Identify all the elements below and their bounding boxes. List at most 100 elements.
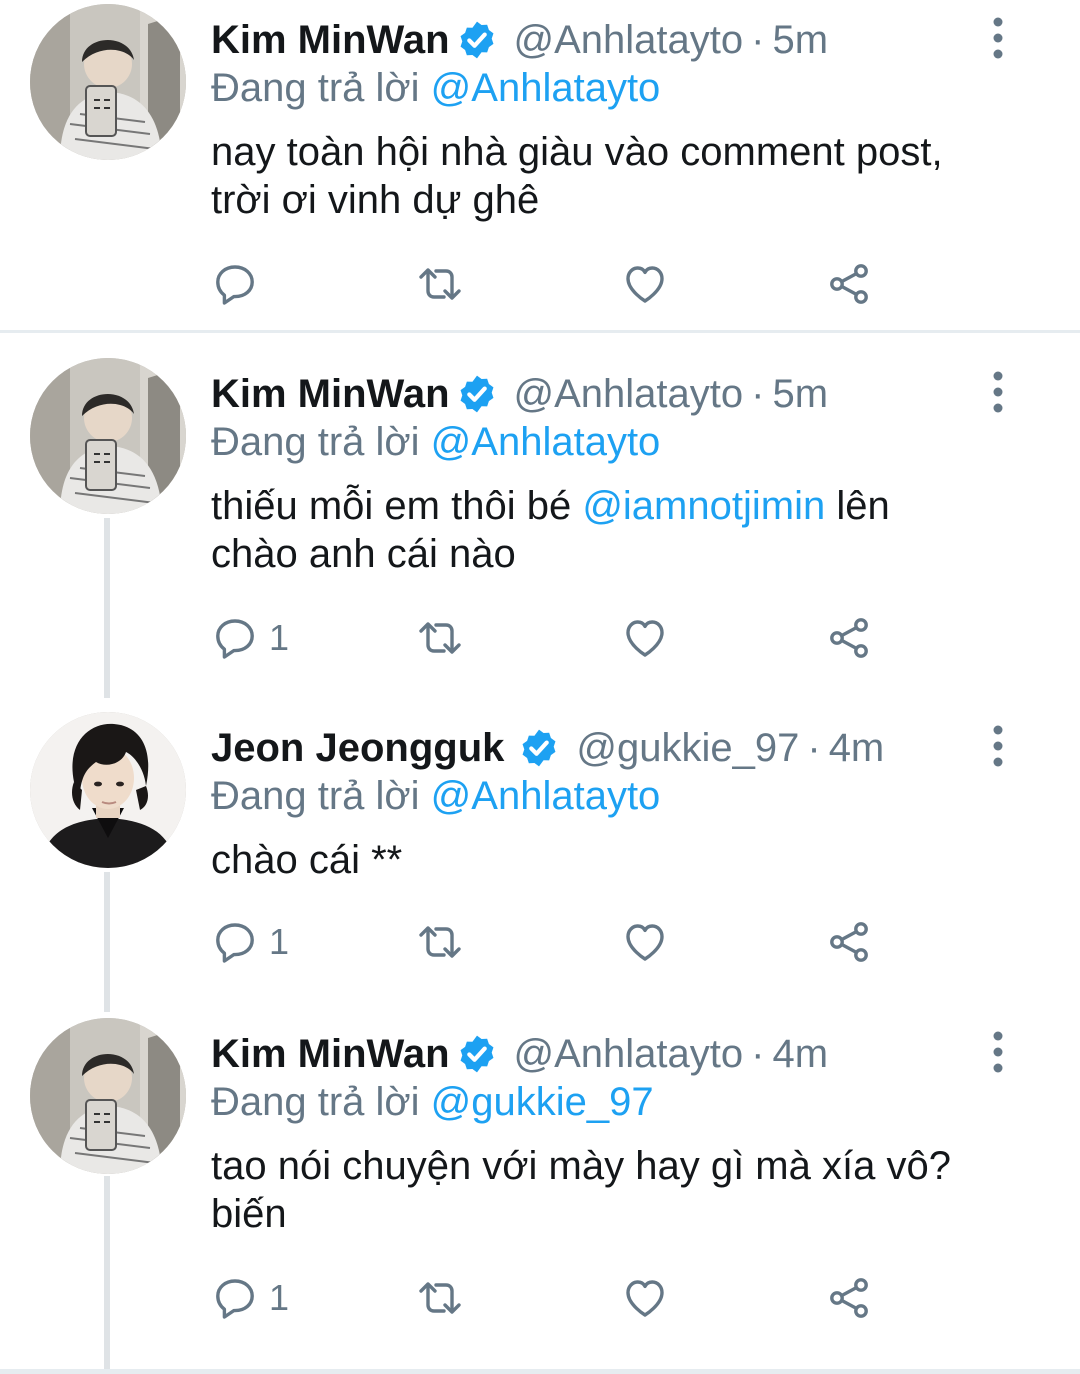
tweet-text: tao nói chuyện với mày hay gì mà xía vô?… bbox=[211, 1142, 1041, 1238]
more-vertical-icon[interactable] bbox=[985, 724, 1011, 768]
tweet-text: nay toàn hội nhà giàu vào comment post, … bbox=[211, 128, 1041, 224]
tweet-text-segment: lên bbox=[825, 484, 890, 528]
tweet-text-line: thiếu mỗi em thôi bé @iamnotjimin lên bbox=[211, 482, 1041, 530]
retweet-icon bbox=[416, 614, 464, 662]
heart-icon bbox=[621, 1274, 669, 1322]
separator-dot: · bbox=[751, 1031, 765, 1076]
share-icon bbox=[825, 1274, 873, 1322]
share-icon bbox=[825, 918, 873, 966]
replying-to-mention[interactable]: @Anhlatayto bbox=[431, 420, 661, 464]
user-handle[interactable]: @Anhlatayto bbox=[514, 1032, 744, 1077]
replying-prefix: Đang trả lời bbox=[211, 1080, 420, 1124]
avatar[interactable] bbox=[30, 1018, 186, 1174]
verified-badge-icon bbox=[518, 727, 560, 769]
divider bbox=[0, 330, 1080, 333]
replying-to-mention[interactable]: @Anhlatayto bbox=[431, 774, 661, 818]
heart-icon bbox=[621, 918, 669, 966]
tweet-text-line: biến bbox=[211, 1192, 287, 1236]
heart-icon bbox=[621, 260, 669, 308]
user-handle[interactable]: @Anhlatayto bbox=[514, 372, 744, 417]
avatar[interactable] bbox=[30, 712, 186, 868]
retweet-icon bbox=[416, 260, 464, 308]
verified-badge-icon bbox=[456, 373, 498, 415]
share-icon bbox=[825, 260, 873, 308]
replying-to: Đang trả lời @Anhlatayto bbox=[211, 420, 660, 465]
tweet[interactable]: Kim MinWan @Anhlatayto · 5m Đang trả lời… bbox=[0, 358, 1080, 688]
avatar[interactable] bbox=[30, 4, 186, 160]
reply-button[interactable] bbox=[211, 254, 269, 314]
share-button[interactable] bbox=[825, 912, 873, 972]
display-name[interactable]: Kim MinWan bbox=[211, 372, 450, 417]
tweet-header: Kim MinWan @Anhlatayto · 5m bbox=[211, 370, 828, 418]
retweet-button[interactable] bbox=[416, 608, 464, 668]
divider bbox=[0, 1369, 1080, 1374]
tweet-text-line: chào anh cái nào bbox=[211, 532, 516, 576]
replying-to: Đang trả lời @Anhlatayto bbox=[211, 774, 660, 819]
share-button[interactable] bbox=[825, 1268, 873, 1328]
heart-icon bbox=[621, 614, 669, 662]
action-bar bbox=[211, 254, 891, 314]
tweet-text-line: chào cái ** bbox=[211, 838, 403, 882]
retweet-icon bbox=[416, 918, 464, 966]
replying-to-mention[interactable]: @gukkie_97 bbox=[431, 1080, 654, 1124]
reply-count: 1 bbox=[269, 617, 290, 658]
separator-dot: · bbox=[751, 17, 765, 62]
reply-button[interactable]: 1 bbox=[211, 608, 289, 668]
retweet-button[interactable] bbox=[416, 912, 464, 972]
reply-count: 1 bbox=[269, 1277, 290, 1318]
replying-prefix: Đang trả lời bbox=[211, 420, 420, 464]
tweet-text-line: trời ơi vinh dự ghê bbox=[211, 178, 540, 222]
separator-dot: · bbox=[807, 725, 821, 770]
timestamp[interactable]: 4m bbox=[829, 726, 885, 771]
user-handle[interactable]: @Anhlatayto bbox=[514, 18, 744, 63]
more-vertical-icon[interactable] bbox=[985, 1030, 1011, 1074]
reply-button[interactable]: 1 bbox=[211, 1268, 289, 1328]
timestamp[interactable]: 5m bbox=[772, 372, 828, 417]
more-vertical-icon[interactable] bbox=[985, 16, 1011, 60]
tweet-text-line: nay toàn hội nhà giàu vào comment post, bbox=[211, 130, 943, 174]
replying-prefix: Đang trả lời bbox=[211, 774, 420, 818]
retweet-button[interactable] bbox=[416, 1268, 464, 1328]
more-vertical-icon[interactable] bbox=[985, 370, 1011, 414]
reply-icon bbox=[211, 918, 259, 966]
tweet[interactable]: Kim MinWan @Anhlatayto · 5m Đang trả lời… bbox=[0, 4, 1080, 334]
tweet-text-line: tao nói chuyện với mày hay gì mà xía vô? bbox=[211, 1144, 951, 1188]
reply-icon bbox=[211, 1274, 259, 1322]
share-button[interactable] bbox=[825, 254, 873, 314]
tweet-header: Kim MinWan @Anhlatayto · 5m bbox=[211, 16, 828, 64]
like-button[interactable] bbox=[621, 254, 669, 314]
action-bar: 1 bbox=[211, 1268, 891, 1328]
verified-badge-icon bbox=[456, 1033, 498, 1075]
replying-to: Đang trả lời @gukkie_97 bbox=[211, 1080, 654, 1125]
timestamp[interactable]: 4m bbox=[772, 1032, 828, 1077]
tweet-text: thiếu mỗi em thôi bé @iamnotjimin lên ch… bbox=[211, 482, 1041, 578]
share-button[interactable] bbox=[825, 608, 873, 668]
mention-link[interactable]: @iamnotjimin bbox=[582, 484, 825, 528]
timestamp[interactable]: 5m bbox=[772, 18, 828, 63]
like-button[interactable] bbox=[621, 912, 669, 972]
tweet-header: Jeon Jeongguk @gukkie_97 · 4m bbox=[211, 724, 884, 772]
reply-button[interactable]: 1 bbox=[211, 912, 289, 972]
replying-to-mention[interactable]: @Anhlatayto bbox=[431, 66, 661, 110]
user-handle[interactable]: @gukkie_97 bbox=[576, 726, 799, 771]
reply-icon bbox=[211, 614, 259, 662]
retweet-icon bbox=[416, 1274, 464, 1322]
display-name[interactable]: Kim MinWan bbox=[211, 18, 450, 63]
tweet[interactable]: Kim MinWan @Anhlatayto · 4m Đang trả lời… bbox=[0, 1018, 1080, 1368]
like-button[interactable] bbox=[621, 608, 669, 668]
display-name[interactable]: Jeon Jeongguk bbox=[211, 726, 504, 771]
reply-icon bbox=[211, 260, 259, 308]
replying-to: Đang trả lời @Anhlatayto bbox=[211, 66, 660, 111]
tweet-text-segment: thiếu mỗi em thôi bé bbox=[211, 484, 583, 528]
reply-count: 1 bbox=[269, 921, 290, 962]
like-button[interactable] bbox=[621, 1268, 669, 1328]
separator-dot: · bbox=[751, 371, 765, 416]
avatar[interactable] bbox=[30, 358, 186, 514]
tweet-text: chào cái ** bbox=[211, 836, 1041, 884]
action-bar: 1 bbox=[211, 608, 891, 668]
tweet[interactable]: Jeon Jeongguk @gukkie_97 · 4m Đang trả l… bbox=[0, 712, 1080, 1012]
retweet-button[interactable] bbox=[416, 254, 464, 314]
verified-badge-icon bbox=[456, 19, 498, 61]
display-name[interactable]: Kim MinWan bbox=[211, 1032, 450, 1077]
tweet-header: Kim MinWan @Anhlatayto · 4m bbox=[211, 1030, 828, 1078]
